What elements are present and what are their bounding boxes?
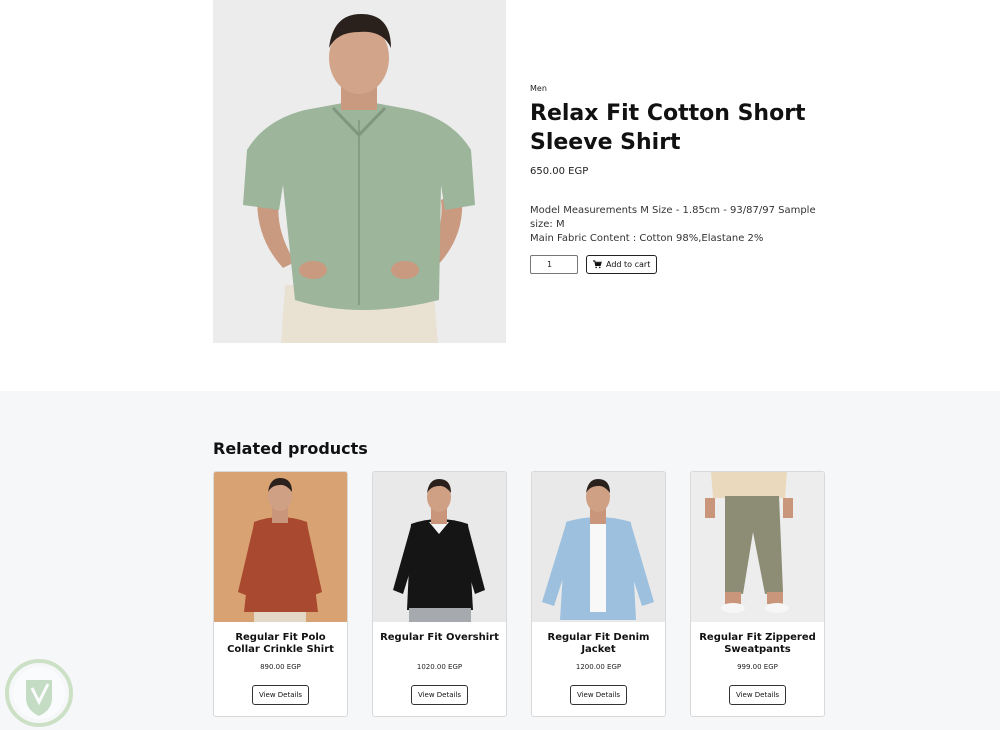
- product-card[interactable]: Regular Fit Polo Collar Crinkle Shirt 89…: [213, 471, 348, 717]
- product-card-image-sweatpants: [691, 472, 824, 622]
- description-line-measurements: Model Measurements M Size - 1.85cm - 93/…: [530, 205, 816, 230]
- add-to-cart-label: Add to cart: [606, 260, 651, 269]
- product-card-image-red-shirt: [214, 472, 347, 622]
- product-card[interactable]: Regular Fit Overshirt 1020.00 EGP View D…: [372, 471, 507, 717]
- view-details-button[interactable]: View Details: [411, 685, 468, 705]
- product-card-price: 1020.00 EGP: [416, 663, 463, 671]
- product-category: Men: [530, 84, 547, 93]
- quantity-input[interactable]: [530, 255, 578, 274]
- product-card-image-black-overshirt: [373, 472, 506, 622]
- product-card-name: Regular Fit Zippered Sweatpants: [699, 632, 816, 655]
- view-details-button[interactable]: View Details: [570, 685, 627, 705]
- product-card-name: Regular Fit Polo Collar Crinkle Shirt: [227, 632, 334, 655]
- product-price: 650.00 EGP: [530, 166, 589, 177]
- green-shirt-model-photo: [213, 0, 506, 343]
- product-card-price: 890.00 EGP: [260, 663, 301, 671]
- related-products-section: Related products Regular Fit Polo Collar…: [0, 391, 1000, 730]
- product-title: Relax Fit Cotton Short Sleeve Shirt: [530, 101, 806, 155]
- view-details-button[interactable]: View Details: [729, 685, 786, 705]
- product-card[interactable]: Regular Fit Zippered Sweatpants 999.00 E…: [690, 471, 825, 717]
- product-card-name: Regular Fit Overshirt: [380, 632, 499, 643]
- cart-row: Add to cart: [530, 255, 830, 274]
- product-description: Model Measurements M Size - 1.85cm - 93/…: [530, 204, 830, 246]
- add-to-cart-button[interactable]: Add to cart: [586, 255, 658, 274]
- product-card-price: 1200.00 EGP: [575, 663, 622, 671]
- product-card[interactable]: Regular Fit Denim Jacket 1200.00 EGP Vie…: [531, 471, 666, 717]
- related-products-heading: Related products: [213, 439, 368, 458]
- product-details: Men Relax Fit Cotton Short Sleeve Shirt …: [530, 84, 830, 274]
- product-section: Men Relax Fit Cotton Short Sleeve Shirt …: [0, 0, 1000, 391]
- description-line-fabric: Main Fabric Content : Cotton 98%,Elastan…: [530, 233, 764, 244]
- product-main-image: [213, 0, 506, 343]
- product-card-price: 999.00 EGP: [737, 663, 778, 671]
- related-products-list: Regular Fit Polo Collar Crinkle Shirt 89…: [213, 471, 825, 717]
- cart-icon: [593, 260, 602, 269]
- product-card-name: Regular Fit Denim Jacket: [547, 632, 650, 655]
- product-card-image-denim-jacket: [532, 472, 665, 622]
- watermark-logo-icon: [5, 659, 73, 727]
- view-details-button[interactable]: View Details: [252, 685, 309, 705]
